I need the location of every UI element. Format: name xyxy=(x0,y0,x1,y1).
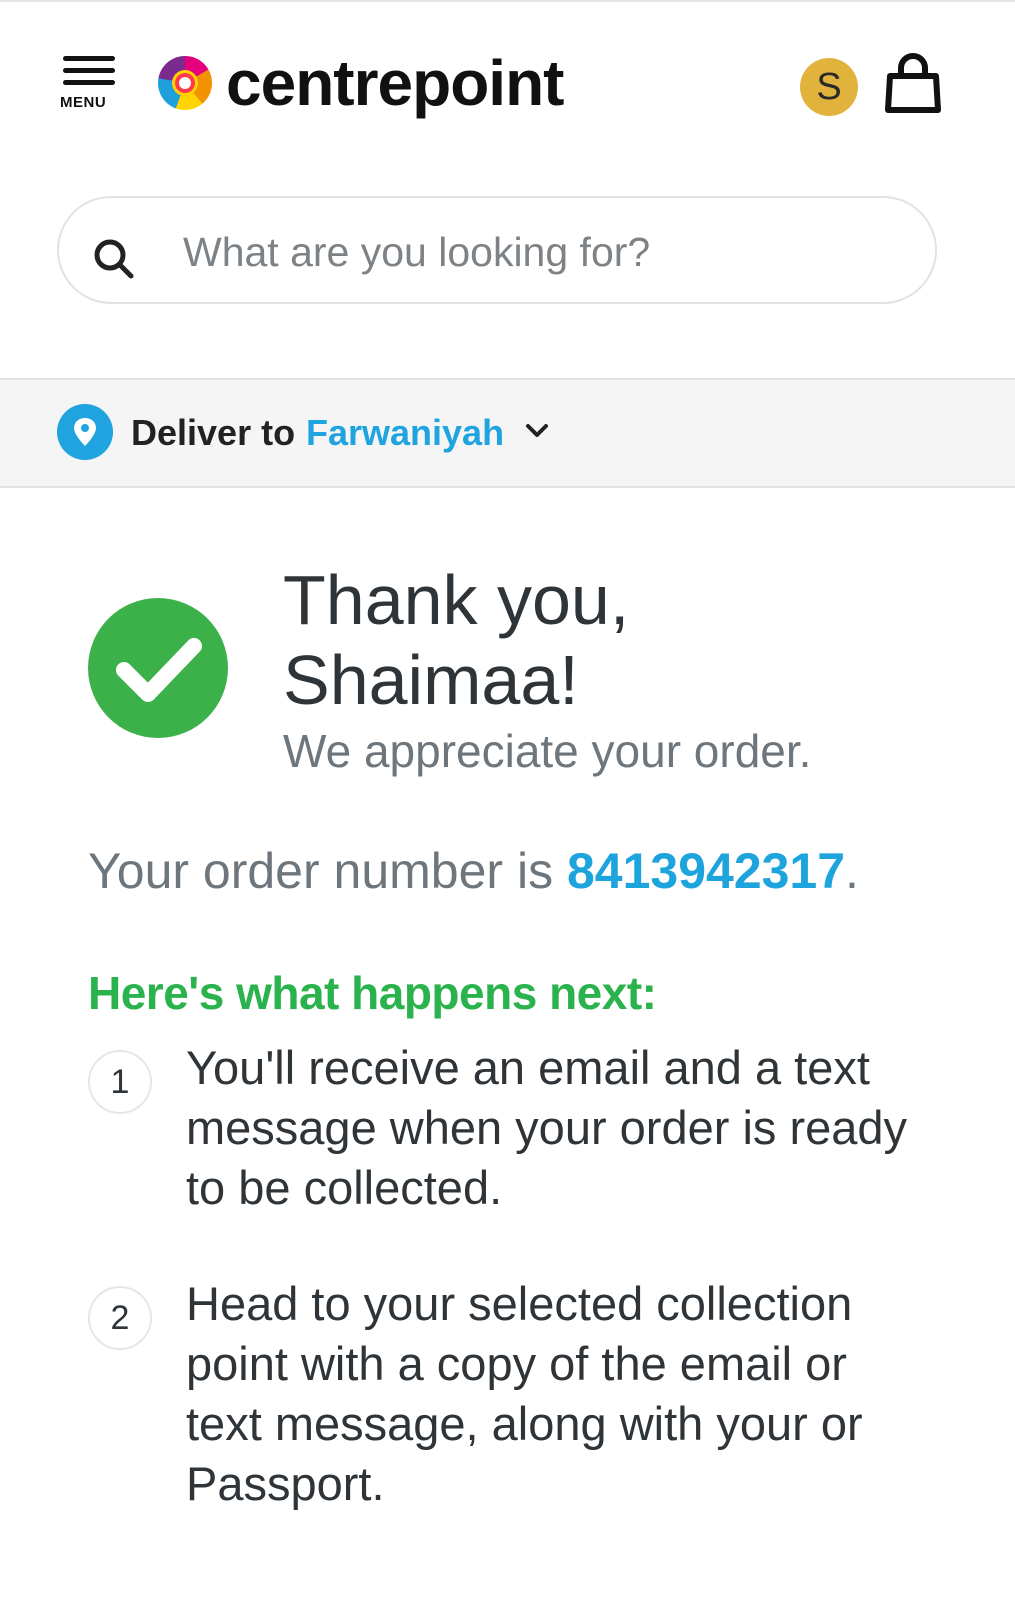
order-prefix: Your order number is xyxy=(88,843,567,899)
customer-name-line: Shaimaa! xyxy=(283,641,579,719)
search-input[interactable]: What are you looking for? xyxy=(57,196,937,304)
shopping-bag-icon[interactable] xyxy=(884,52,942,114)
hamburger-icon-bar xyxy=(63,68,115,73)
hamburger-icon xyxy=(63,56,115,61)
thank-you-line: Thank you, xyxy=(283,561,630,639)
deliver-to-selector[interactable]: Deliver to Farwaniyah xyxy=(0,378,1015,488)
next-steps-heading: Here's what happens next: xyxy=(88,967,657,1019)
logo-text: centrepoint xyxy=(226,47,564,119)
order-suffix: . xyxy=(845,843,859,899)
order-number: 8413942317 xyxy=(566,843,846,899)
logo-mark-icon xyxy=(158,56,212,110)
thank-you-heading: Thank you, Shaimaa! xyxy=(283,560,629,720)
search-placeholder: What are you looking for? xyxy=(183,229,651,275)
hamburger-icon-bar xyxy=(63,80,115,85)
order-number-line: Your order number is 8413942317. xyxy=(88,842,859,900)
site-header: MENU centrepoint S xyxy=(0,0,1015,170)
search-icon xyxy=(94,239,134,279)
appreciation-text: We appreciate your order. xyxy=(283,725,812,777)
menu-button[interactable]: MENU xyxy=(60,56,120,116)
shukran-coin-icon[interactable]: S xyxy=(800,58,858,116)
centrepoint-logo[interactable]: centrepoint xyxy=(158,47,564,119)
coin-symbol: S xyxy=(816,65,842,108)
success-check-icon xyxy=(88,598,228,738)
menu-label: MENU xyxy=(60,94,107,111)
deliver-to-label: Deliver to xyxy=(131,412,296,453)
delivery-location[interactable]: Farwaniyah xyxy=(306,412,504,454)
chevron-down-icon[interactable] xyxy=(522,416,552,446)
step-text: Head to your selected collection point w… xyxy=(186,1277,863,1510)
location-pin-icon xyxy=(57,404,113,460)
step-number-badge: 1 xyxy=(88,1050,152,1114)
step-number-badge: 2 xyxy=(88,1286,152,1350)
step-text: You'll receive an email and a text messa… xyxy=(186,1041,908,1214)
